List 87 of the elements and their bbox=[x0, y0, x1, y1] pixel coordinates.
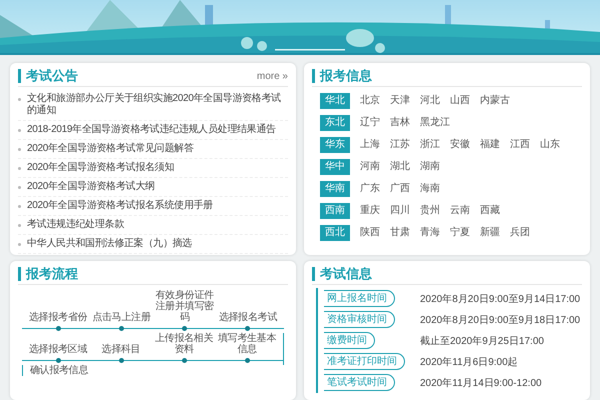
timeline-dot-icon bbox=[245, 326, 250, 331]
province-link[interactable]: 浙江 bbox=[420, 139, 440, 151]
bullet-icon bbox=[18, 205, 21, 208]
province-link[interactable]: 兵团 bbox=[510, 227, 530, 239]
process-step: 点击马上注册 bbox=[92, 312, 150, 323]
timeline-dot-icon bbox=[56, 326, 61, 331]
announcement-link[interactable]: 2020年全国导游资格考试常见问题解答 bbox=[27, 143, 194, 155]
process-step: 选择报名考试 bbox=[218, 312, 277, 323]
process-step: 填写考生基本信息 bbox=[217, 333, 277, 355]
region-tag: 华南 bbox=[320, 181, 350, 197]
province-link[interactable]: 重庆 bbox=[360, 205, 380, 217]
region-tag: 西南 bbox=[320, 203, 350, 219]
process-step: 上传报名相关资料 bbox=[154, 333, 214, 355]
province-link[interactable]: 西藏 bbox=[480, 205, 500, 217]
province-link[interactable]: 陕西 bbox=[360, 227, 380, 239]
province-link[interactable]: 广东 bbox=[360, 183, 380, 195]
bullet-icon bbox=[18, 167, 21, 170]
timeline-dot-icon bbox=[118, 326, 124, 331]
process-step: 确认报考信息 bbox=[30, 365, 88, 376]
province-link[interactable]: 内蒙古 bbox=[480, 95, 510, 107]
province-link[interactable]: 甘肃 bbox=[390, 227, 410, 239]
region-tag: 华东 bbox=[320, 137, 350, 153]
timeline-dot-icon bbox=[182, 358, 186, 363]
bullet-icon bbox=[18, 129, 21, 132]
section-title: 考试公告 bbox=[18, 69, 78, 83]
province-link[interactable]: 江西 bbox=[510, 139, 530, 151]
bullet-icon bbox=[18, 148, 21, 151]
province-link[interactable]: 青海 bbox=[420, 227, 440, 239]
schedule-label: 笔试考试时间 bbox=[324, 374, 395, 391]
province-link[interactable]: 海南 bbox=[420, 183, 440, 195]
province-link[interactable]: 上海 bbox=[360, 139, 380, 151]
region-tag: 东北 bbox=[320, 115, 350, 131]
bullet-icon bbox=[18, 224, 21, 227]
process-step: 选择报考区域 bbox=[28, 344, 88, 355]
announcement-link[interactable]: 2018-2019年全国导游资格考试违纪违规人员处理结果通告 bbox=[27, 124, 276, 136]
process-step: 有效身份证件注册并填写密码 bbox=[154, 290, 215, 323]
section-title: 报考信息 bbox=[312, 69, 372, 83]
process-step: 选择报考省份 bbox=[29, 312, 88, 323]
announcement-link[interactable]: 2020年全国导游资格考试报名系统使用手册 bbox=[27, 200, 213, 212]
bullet-icon bbox=[18, 98, 21, 101]
province-link[interactable]: 福建 bbox=[480, 139, 500, 151]
province-link[interactable]: 江苏 bbox=[390, 139, 410, 151]
province-link[interactable]: 安徽 bbox=[450, 139, 470, 151]
timeline-dot-icon bbox=[118, 358, 124, 363]
more-link[interactable]: more » bbox=[256, 70, 288, 82]
timeline-dot-icon bbox=[244, 358, 250, 363]
province-link[interactable]: 贵州 bbox=[420, 205, 440, 217]
region-tag: 华中 bbox=[320, 159, 350, 175]
bullet-icon bbox=[18, 186, 21, 189]
region-tag: 西北 bbox=[320, 225, 350, 241]
province-link[interactable]: 北京 bbox=[360, 95, 380, 107]
province-link[interactable]: 吉林 bbox=[390, 117, 410, 129]
schedule-value: 2020年11月14日9:00-12:00 bbox=[420, 376, 543, 390]
process-step: 选择科目 bbox=[102, 344, 140, 355]
schedule-value: 2020年8月20日9:00至9月18日17:00 bbox=[420, 314, 582, 326]
province-link[interactable]: 四川 bbox=[390, 205, 410, 217]
timeline-dot-icon bbox=[56, 358, 60, 363]
announcement-link[interactable]: 2020年全国导游资格考试大纲 bbox=[27, 181, 155, 193]
province-link[interactable]: 天津 bbox=[390, 95, 410, 107]
announcement-link[interactable]: 中华人民共和国刑法修正案（九）摘选 bbox=[27, 238, 192, 250]
province-link[interactable]: 新疆 bbox=[480, 227, 500, 239]
schedule-label: 准考证打印时间 bbox=[324, 353, 405, 370]
schedule-label: 资格审核时间 bbox=[324, 311, 395, 328]
schedule-value: 2020年8月20日9:00至9月14日17:00 bbox=[420, 292, 582, 306]
province-link[interactable]: 河北 bbox=[420, 95, 440, 107]
announcement-link[interactable]: 2020年全国导游资格考试报名须知 bbox=[27, 162, 174, 174]
province-link[interactable]: 黑龙江 bbox=[420, 117, 450, 129]
section-title: 报考流程 bbox=[18, 267, 78, 281]
province-link[interactable]: 宁夏 bbox=[450, 227, 470, 239]
province-link[interactable]: 山西 bbox=[450, 95, 470, 107]
schedule-label: 网上报名时间 bbox=[324, 290, 395, 307]
schedule-label: 缴费时间 bbox=[324, 332, 375, 349]
schedule-value: 截止至2020年9月25日17:00 bbox=[420, 334, 545, 348]
announcement-link[interactable]: 文化和旅游部办公厅关于组织实施2020年全国导游资格考试的通知 bbox=[27, 93, 288, 117]
province-link[interactable]: 山东 bbox=[540, 139, 560, 151]
section-title: 考试信息 bbox=[312, 267, 372, 281]
bullet-icon bbox=[18, 243, 21, 246]
province-link[interactable]: 广西 bbox=[390, 183, 410, 195]
timeline-dot-icon bbox=[182, 326, 188, 331]
region-tag: 华北 bbox=[320, 93, 350, 109]
province-link[interactable]: 云南 bbox=[450, 205, 470, 217]
province-link[interactable]: 湖北 bbox=[390, 161, 410, 173]
province-link[interactable]: 辽宁 bbox=[360, 117, 380, 129]
schedule-value: 2020年11月6日9:00起 bbox=[420, 356, 519, 368]
province-link[interactable]: 湖南 bbox=[420, 161, 440, 173]
province-link[interactable]: 河南 bbox=[360, 161, 380, 173]
announcement-link[interactable]: 考试违规违纪处理条款 bbox=[27, 219, 124, 231]
